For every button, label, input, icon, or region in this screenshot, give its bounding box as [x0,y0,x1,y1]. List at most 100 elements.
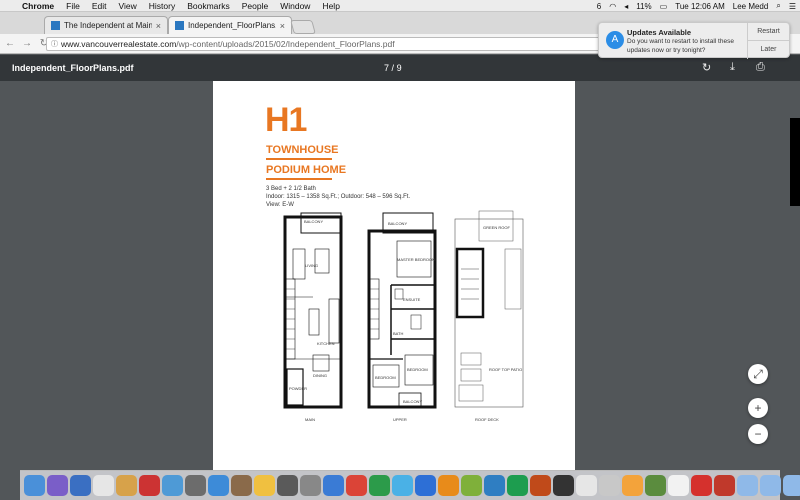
excel-icon[interactable] [507,475,528,496]
label-balcony-lower: BALCONY [403,399,422,404]
label-balcony: BALCONY [304,219,323,224]
label-main: MAIN [305,417,315,422]
label-master-bedroom: MASTER BEDROOM [397,257,435,262]
photo-booth-icon[interactable] [139,475,160,496]
textedit-icon[interactable] [599,475,620,496]
wifi-icon[interactable]: ◠ [609,2,616,11]
contacts-icon[interactable] [231,475,252,496]
photos-icon[interactable] [116,475,137,496]
launchpad-icon[interactable] [70,475,91,496]
system-preferences-icon[interactable] [300,475,321,496]
battery-percent[interactable]: 11% [636,2,651,11]
unit-code: H1 [265,101,307,139]
maps-icon[interactable] [645,475,666,496]
menu-help[interactable]: Help [322,1,339,11]
label-powder: POWDER [289,386,307,391]
label-green-roof: GREEN ROOF [483,225,510,230]
notification-center-icon[interactable]: ☰ [789,2,796,11]
menu-file[interactable]: File [66,1,80,11]
menu-history[interactable]: History [149,1,175,11]
roof-deck-plan [454,210,524,408]
menu-bookmarks[interactable]: Bookmarks [187,1,230,11]
image-capture-icon[interactable] [185,475,206,496]
page-separator: / [391,63,395,73]
siri-icon[interactable] [47,475,68,496]
powerpoint-icon[interactable] [530,475,551,496]
notification-badge[interactable]: 6 [597,2,601,11]
calendar-icon[interactable] [93,475,114,496]
label-bedroom-2: BEDROOM [407,367,428,372]
rotate-icon[interactable]: ↻ [702,61,711,74]
page-total: 9 [396,63,402,73]
word-icon[interactable] [415,475,436,496]
bed-bath: 3 Bed + 2 1/2 Bath [266,186,316,192]
volume-icon[interactable]: ◂ [624,2,628,11]
label-roof-deck: ROOF DECK [475,417,499,422]
chrome-icon[interactable] [346,475,367,496]
zoom-in-button[interactable]: + [748,398,768,418]
close-tab-icon[interactable]: × [276,21,285,31]
fit-to-page-button[interactable]: ⤢ [748,364,768,384]
battery-icon[interactable]: ▭ [660,2,668,11]
updates-notification[interactable]: A Updates Available Do you want to resta… [598,22,790,59]
label-ensuite: ENSUITE [403,297,421,302]
menu-view[interactable]: View [118,1,136,11]
restart-button[interactable]: Restart [747,23,789,41]
title-rule [266,158,332,160]
back-icon[interactable]: ← [3,38,17,49]
label-living: LIVING [305,263,318,268]
search-icon[interactable]: ⌕ [776,1,780,11]
itunes-icon[interactable] [714,475,735,496]
tab-floorplans-pdf[interactable]: Independent_FloorPlans.pdf × [168,16,292,34]
address-bar[interactable]: ⓘ www.vancouverrealestate.com/wp-content… [46,37,606,51]
dock [20,470,800,500]
pdf-page: H1 TOWNHOUSE PODIUM HOME 3 Bed + 2 1/2 B… [213,81,575,471]
site-favicon-icon [51,21,60,30]
label-kitchen: KITCHEN [317,341,335,346]
forward-icon[interactable]: → [20,38,34,49]
label-dining: DINING [313,373,327,378]
reminders-icon[interactable] [576,475,597,496]
messages-icon[interactable] [392,475,413,496]
label-bedroom-1: BEDROOM [375,375,396,380]
user-name[interactable]: Lee Medd [733,2,769,11]
zoom-out-button[interactable]: − [748,424,768,444]
later-button[interactable]: Later [747,41,789,59]
tab-label: The Independent at Main - Van [64,21,152,30]
menu-edit[interactable]: Edit [92,1,107,11]
preview-icon[interactable] [277,475,298,496]
terminal-icon[interactable] [553,475,574,496]
tab-independent-at-main[interactable]: The Independent at Main - Van × [44,16,168,34]
downloads-folder-icon[interactable] [783,475,800,496]
menu-people[interactable]: People [242,1,268,11]
applications-folder-icon[interactable] [737,475,758,496]
keynote-icon[interactable] [484,475,505,496]
acrobat-icon[interactable] [691,475,712,496]
ibooks-icon[interactable] [622,475,643,496]
mail-icon[interactable] [162,475,183,496]
url-host: www.vancouverrealestate.com [61,39,177,49]
notes-icon[interactable] [254,475,275,496]
pdf-toolbar: Independent_FloorPlans.pdf 7 / 9 ↻ ⤓ ⎙ [0,55,800,81]
new-tab-button[interactable] [290,20,316,34]
print-icon[interactable]: ⎙ [756,61,765,74]
page-current[interactable]: 7 [384,63,389,73]
app-store-icon[interactable] [323,475,344,496]
facetime-icon[interactable] [369,475,390,496]
clock[interactable]: Tue 12:06 AM [675,2,725,11]
close-tab-icon[interactable]: × [152,21,161,31]
chess-icon[interactable] [668,475,689,496]
documents-folder-icon[interactable] [760,475,781,496]
notification-title: Updates Available [627,28,692,37]
menu-chrome[interactable]: Chrome [22,1,54,11]
app-store-icon: A [606,31,624,49]
page-info-icon[interactable]: ⓘ [51,39,58,49]
menu-window[interactable]: Window [280,1,310,11]
download-icon[interactable]: ⤓ [730,61,735,74]
numbers-icon[interactable] [461,475,482,496]
vlc-icon[interactable] [438,475,459,496]
finder-icon[interactable] [24,475,45,496]
label-bath: BATH [393,331,403,336]
page-indicator: 7 / 9 [384,63,402,73]
safari-icon[interactable] [208,475,229,496]
